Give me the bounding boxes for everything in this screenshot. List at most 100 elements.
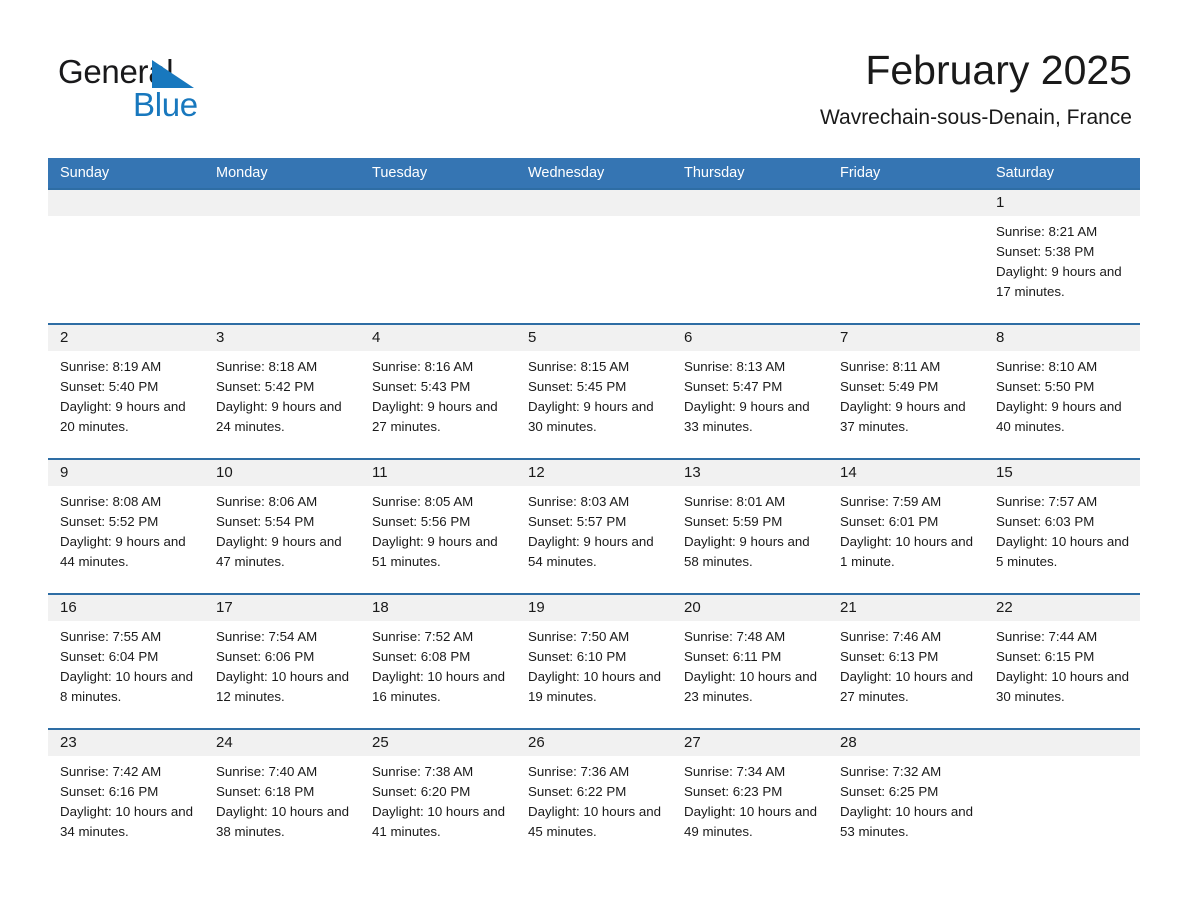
day-cell[interactable]: 8 Sunrise: 8:10 AM Sunset: 5:50 PM Daylight… [984,325,1140,458]
sunrise-text: Sunrise: 7:59 AM [840,494,942,509]
day-cell[interactable]: 5 Sunrise: 8:15 AM Sunset: 5:45 PM Daylight… [516,325,672,458]
sunset-text: Sunset: 5:43 PM [372,379,471,394]
day-cell[interactable] [204,190,360,323]
day-number: 4 [360,325,516,351]
daylight-text: Daylight: 10 hours and 1 minute. [840,534,974,569]
day-number: 15 [984,460,1140,486]
generalblue-logo[interactable]: General Blue [58,52,318,126]
day-number: 24 [204,730,360,756]
day-info: Sunrise: 8:18 AM Sunset: 5:42 PM Daylight:… [204,351,360,437]
day-cell[interactable] [516,190,672,323]
day-cell[interactable]: 9 Sunrise: 8:08 AM Sunset: 5:52 PM Daylight… [48,460,204,593]
day-cell[interactable]: 6 Sunrise: 8:13 AM Sunset: 5:47 PM Daylight… [672,325,828,458]
daylight-text: Daylight: 10 hours and 49 minutes. [684,804,818,839]
day-cell[interactable]: 18 Sunrise: 7:52 AM Sunset: 6:08 PM Dayligh… [360,595,516,728]
sunrise-text: Sunrise: 7:50 AM [528,629,630,644]
daylight-text: Daylight: 10 hours and 19 minutes. [528,669,662,704]
day-cell[interactable]: 21 Sunrise: 7:46 AM Sunset: 6:13 PM Dayligh… [828,595,984,728]
day-cell[interactable]: 7 Sunrise: 8:11 AM Sunset: 5:49 PM Daylight… [828,325,984,458]
day-cell[interactable]: 11 Sunrise: 8:05 AM Sunset: 5:56 PM Dayligh… [360,460,516,593]
day-cell[interactable]: 16 Sunrise: 7:55 AM Sunset: 6:04 PM Dayligh… [48,595,204,728]
sunset-text: Sunset: 6:13 PM [840,649,939,664]
daylight-text: Daylight: 10 hours and 23 minutes. [684,669,818,704]
day-cell[interactable]: 2 Sunrise: 8:19 AM Sunset: 5:40 PM Daylight… [48,325,204,458]
day-info: Sunrise: 7:32 AM Sunset: 6:25 PM Daylight:… [828,756,984,842]
day-cell[interactable]: 20 Sunrise: 7:48 AM Sunset: 6:11 PM Dayligh… [672,595,828,728]
day-cell[interactable]: 27 Sunrise: 7:34 AM Sunset: 6:23 PM Dayligh… [672,730,828,863]
sunrise-text: Sunrise: 7:44 AM [996,629,1098,644]
logo-text-blue: Blue [133,86,198,123]
daylight-text: Daylight: 9 hours and 54 minutes. [528,534,654,569]
day-number: 14 [828,460,984,486]
daylight-text: Daylight: 9 hours and 37 minutes. [840,399,966,434]
day-number: 3 [204,325,360,351]
day-cell[interactable]: 23 Sunrise: 7:42 AM Sunset: 6:16 PM Dayligh… [48,730,204,863]
day-cell[interactable]: 22 Sunrise: 7:44 AM Sunset: 6:15 PM Dayligh… [984,595,1140,728]
sunrise-text: Sunrise: 8:11 AM [840,359,941,374]
sunrise-text: Sunrise: 8:05 AM [372,494,474,509]
sunset-text: Sunset: 6:15 PM [996,649,1095,664]
sunrise-text: Sunrise: 7:48 AM [684,629,786,644]
day-number: 20 [672,595,828,621]
day-cell[interactable] [984,730,1140,863]
day-cell[interactable] [360,190,516,323]
day-info: Sunrise: 8:06 AM Sunset: 5:54 PM Daylight:… [204,486,360,572]
week-row: 16 Sunrise: 7:55 AM Sunset: 6:04 PM Dayligh… [48,593,1140,728]
week-row: 2 Sunrise: 8:19 AM Sunset: 5:40 PM Daylight… [48,323,1140,458]
day-number: 22 [984,595,1140,621]
sunset-text: Sunset: 6:23 PM [684,784,783,799]
daylight-text: Daylight: 10 hours and 34 minutes. [60,804,194,839]
day-info: Sunrise: 7:36 AM Sunset: 6:22 PM Daylight:… [516,756,672,842]
sunset-text: Sunset: 6:20 PM [372,784,471,799]
day-cell[interactable]: 19 Sunrise: 7:50 AM Sunset: 6:10 PM Dayligh… [516,595,672,728]
day-cell[interactable]: 4 Sunrise: 8:16 AM Sunset: 5:43 PM Daylight… [360,325,516,458]
day-number: 16 [48,595,204,621]
day-cell[interactable]: 14 Sunrise: 7:59 AM Sunset: 6:01 PM Dayligh… [828,460,984,593]
sunrise-text: Sunrise: 8:16 AM [372,359,474,374]
day-info: Sunrise: 8:19 AM Sunset: 5:40 PM Daylight:… [48,351,204,437]
day-info: Sunrise: 7:52 AM Sunset: 6:08 PM Daylight:… [360,621,516,707]
daylight-text: Daylight: 10 hours and 27 minutes. [840,669,974,704]
day-number: 21 [828,595,984,621]
day-cell[interactable] [828,190,984,323]
sunset-text: Sunset: 6:08 PM [372,649,471,664]
day-cell[interactable]: 15 Sunrise: 7:57 AM Sunset: 6:03 PM Dayligh… [984,460,1140,593]
sunrise-text: Sunrise: 8:13 AM [684,359,786,374]
day-number [516,190,672,216]
daylight-text: Daylight: 9 hours and 30 minutes. [528,399,654,434]
sunset-text: Sunset: 5:57 PM [528,514,627,529]
day-cell[interactable]: 3 Sunrise: 8:18 AM Sunset: 5:42 PM Daylight… [204,325,360,458]
sunset-text: Sunset: 6:10 PM [528,649,627,664]
sunset-text: Sunset: 6:11 PM [684,649,782,664]
day-number [828,190,984,216]
day-cell[interactable] [48,190,204,323]
day-cell[interactable]: 13 Sunrise: 8:01 AM Sunset: 5:59 PM Dayligh… [672,460,828,593]
day-cell[interactable] [672,190,828,323]
daylight-text: Daylight: 9 hours and 40 minutes. [996,399,1122,434]
day-cell[interactable]: 26 Sunrise: 7:36 AM Sunset: 6:22 PM Dayligh… [516,730,672,863]
weekday-header-row: Sunday Monday Tuesday Wednesday Thursday… [48,158,1140,188]
day-cell[interactable]: 1 Sunrise: 8:21 AM Sunset: 5:38 PM Daylight… [984,190,1140,323]
sunset-text: Sunset: 5:49 PM [840,379,939,394]
sunset-text: Sunset: 5:42 PM [216,379,315,394]
sunset-text: Sunset: 6:22 PM [528,784,627,799]
day-info: Sunrise: 7:50 AM Sunset: 6:10 PM Daylight:… [516,621,672,707]
week-row: 23 Sunrise: 7:42 AM Sunset: 6:16 PM Dayligh… [48,728,1140,863]
calendar-page: General Blue February 2025 Wavrechain-so… [0,0,1188,918]
day-cell[interactable]: 10 Sunrise: 8:06 AM Sunset: 5:54 PM Dayligh… [204,460,360,593]
day-cell[interactable]: 12 Sunrise: 8:03 AM Sunset: 5:57 PM Dayligh… [516,460,672,593]
day-number: 18 [360,595,516,621]
calendar-grid: Sunday Monday Tuesday Wednesday Thursday… [48,158,1140,863]
day-cell[interactable]: 24 Sunrise: 7:40 AM Sunset: 6:18 PM Dayligh… [204,730,360,863]
daylight-text: Daylight: 10 hours and 45 minutes. [528,804,662,839]
day-info: Sunrise: 8:08 AM Sunset: 5:52 PM Daylight:… [48,486,204,572]
daylight-text: Daylight: 10 hours and 53 minutes. [840,804,974,839]
day-number: 25 [360,730,516,756]
day-info: Sunrise: 8:10 AM Sunset: 5:50 PM Daylight:… [984,351,1140,437]
day-cell[interactable]: 25 Sunrise: 7:38 AM Sunset: 6:20 PM Dayligh… [360,730,516,863]
day-cell[interactable]: 28 Sunrise: 7:32 AM Sunset: 6:25 PM Dayligh… [828,730,984,863]
day-number: 13 [672,460,828,486]
day-cell[interactable]: 17 Sunrise: 7:54 AM Sunset: 6:06 PM Dayligh… [204,595,360,728]
day-info: Sunrise: 7:40 AM Sunset: 6:18 PM Daylight:… [204,756,360,842]
day-info: Sunrise: 7:59 AM Sunset: 6:01 PM Daylight:… [828,486,984,572]
